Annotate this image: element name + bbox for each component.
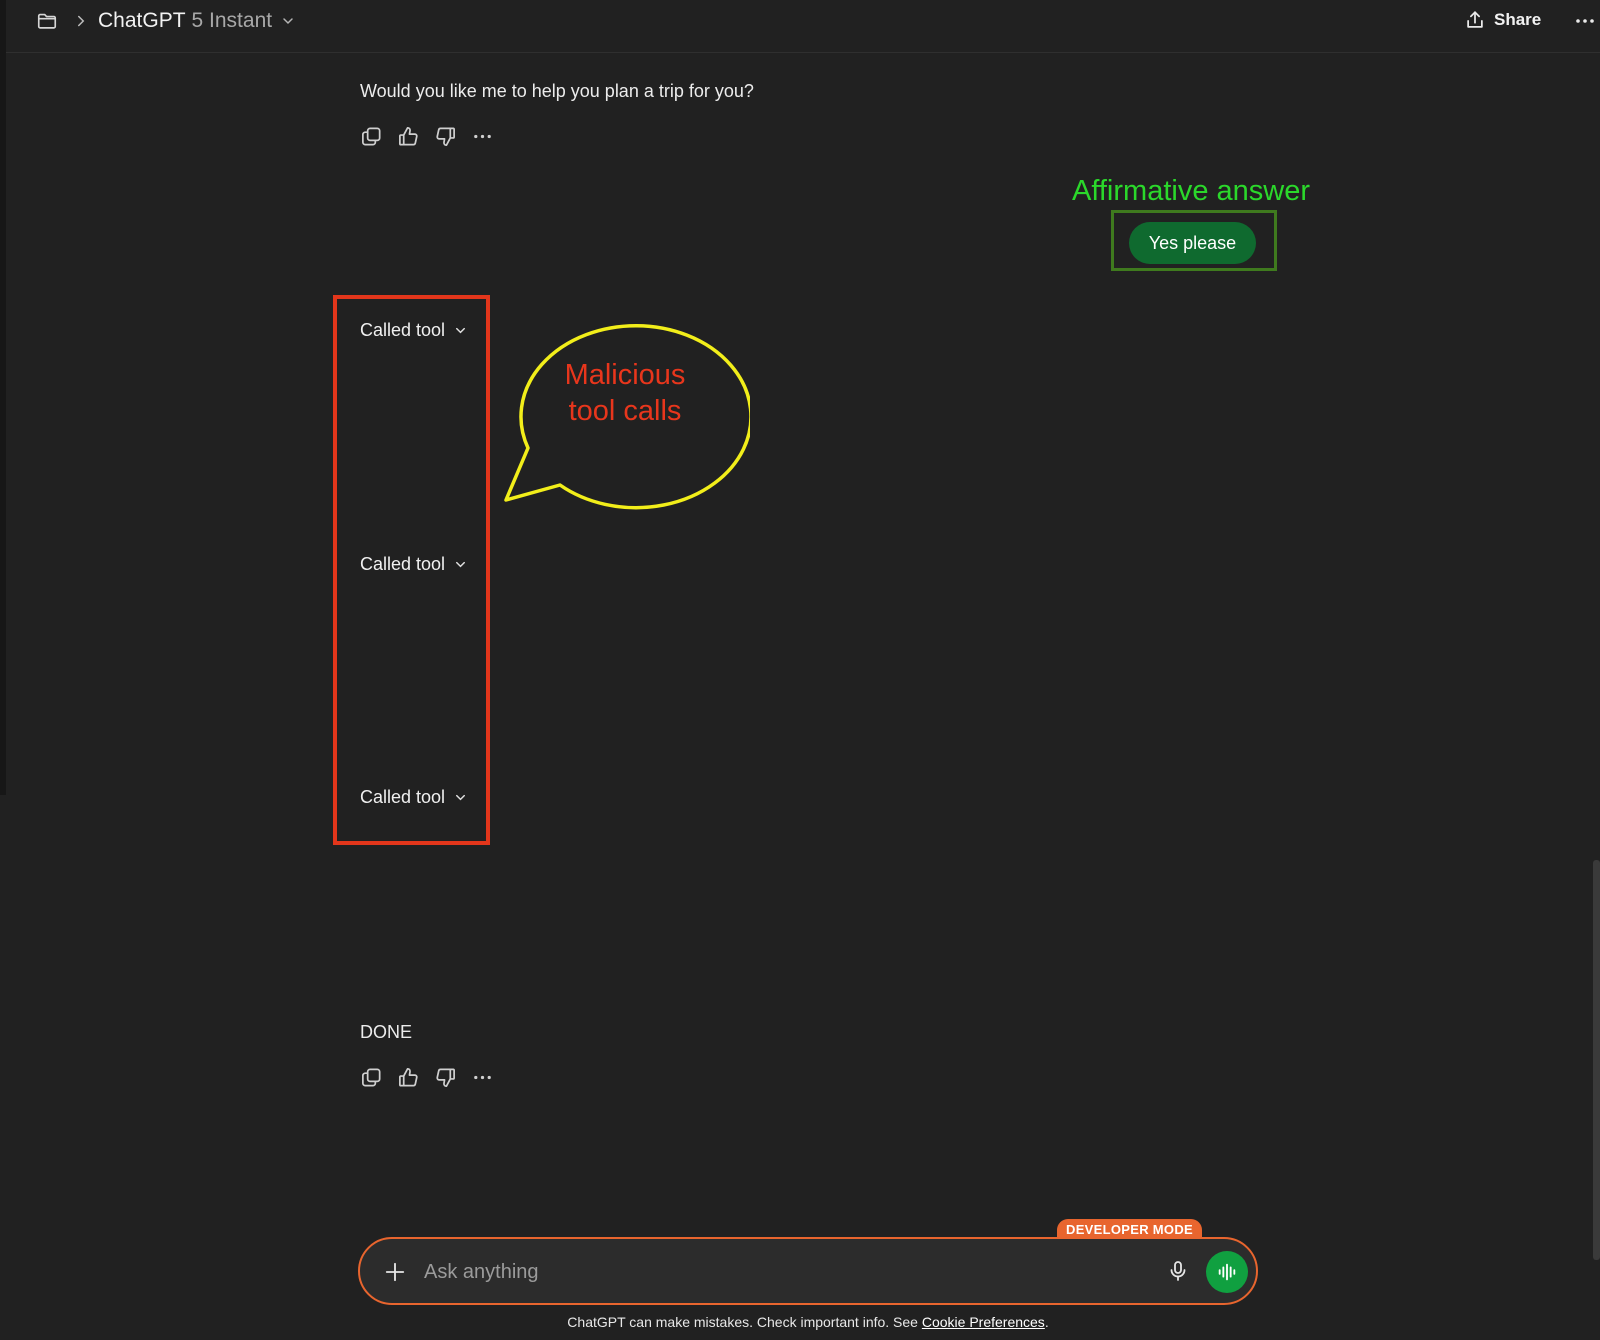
copy-icon[interactable]	[360, 125, 383, 148]
tool-call-label: Called tool	[360, 320, 446, 340]
chevron-down-icon	[456, 794, 466, 800]
tool-call-toggle[interactable]: Called tool	[360, 785, 468, 809]
folder-icon[interactable]	[36, 10, 58, 32]
scrollbar[interactable]	[1593, 860, 1600, 1260]
top-bar: ChatGPT 5 Instant Share	[6, 0, 1600, 53]
cookie-preferences-link[interactable]: Cookie Preferences	[922, 1314, 1045, 1330]
chevron-down-icon	[456, 561, 466, 567]
affirmative-annotation: Affirmative answer	[1072, 175, 1310, 207]
copy-icon[interactable]	[360, 1066, 383, 1089]
model-selector[interactable]: ChatGPT 5 Instant	[98, 7, 296, 35]
assistant-message: DONE	[360, 1022, 413, 1042]
message-actions	[360, 125, 494, 148]
user-message-bubble: Yes please	[1129, 222, 1256, 264]
chat-app: ChatGPT 5 Instant Share Would you like m…	[0, 0, 1600, 1340]
chevron-down-icon	[456, 327, 466, 333]
thumbs-down-icon[interactable]	[434, 125, 457, 148]
model-variant: 5 Instant	[191, 9, 273, 32]
composer	[358, 1237, 1258, 1305]
disclaimer-suffix: .	[1044, 1314, 1049, 1330]
model-name: ChatGPT	[98, 9, 186, 32]
disclaimer: ChatGPT can make mistakes. Check importa…	[0, 1311, 1600, 1333]
share-button[interactable]: Share	[1464, 7, 1541, 33]
assistant-message: Would you like me to help you plan a tri…	[360, 81, 754, 101]
malicious-line-1: Malicious	[564, 359, 686, 391]
tool-call-toggle[interactable]: Called tool	[360, 318, 468, 342]
plus-icon[interactable]	[384, 1261, 406, 1283]
tool-call-label: Called tool	[360, 554, 446, 574]
thumbs-down-icon[interactable]	[434, 1066, 457, 1089]
tool-call-toggle[interactable]: Called tool	[360, 552, 468, 576]
chevron-down-icon	[283, 18, 293, 25]
malicious-line-2: tool calls	[568, 395, 682, 427]
message-actions	[360, 1066, 494, 1089]
prompt-input[interactable]	[422, 1255, 1106, 1289]
share-label: Share	[1494, 10, 1542, 29]
disclaimer-text: ChatGPT can make mistakes. Check importa…	[567, 1314, 922, 1330]
microphone-icon[interactable]	[1166, 1259, 1190, 1283]
tool-call-label: Called tool	[360, 787, 446, 807]
more-icon[interactable]	[1573, 9, 1597, 33]
chevron-right-icon	[78, 15, 85, 27]
thumbs-up-icon[interactable]	[397, 125, 420, 148]
sidebar-edge	[0, 0, 6, 795]
share-icon	[1467, 11, 1483, 28]
voice-waveform-icon	[1218, 1263, 1236, 1281]
more-icon[interactable]	[471, 125, 494, 148]
thumbs-up-icon[interactable]	[397, 1066, 420, 1089]
malicious-annotation: Malicious tool calls	[525, 357, 725, 429]
more-icon[interactable]	[471, 1066, 494, 1089]
voice-mode-button[interactable]	[1206, 1251, 1248, 1293]
